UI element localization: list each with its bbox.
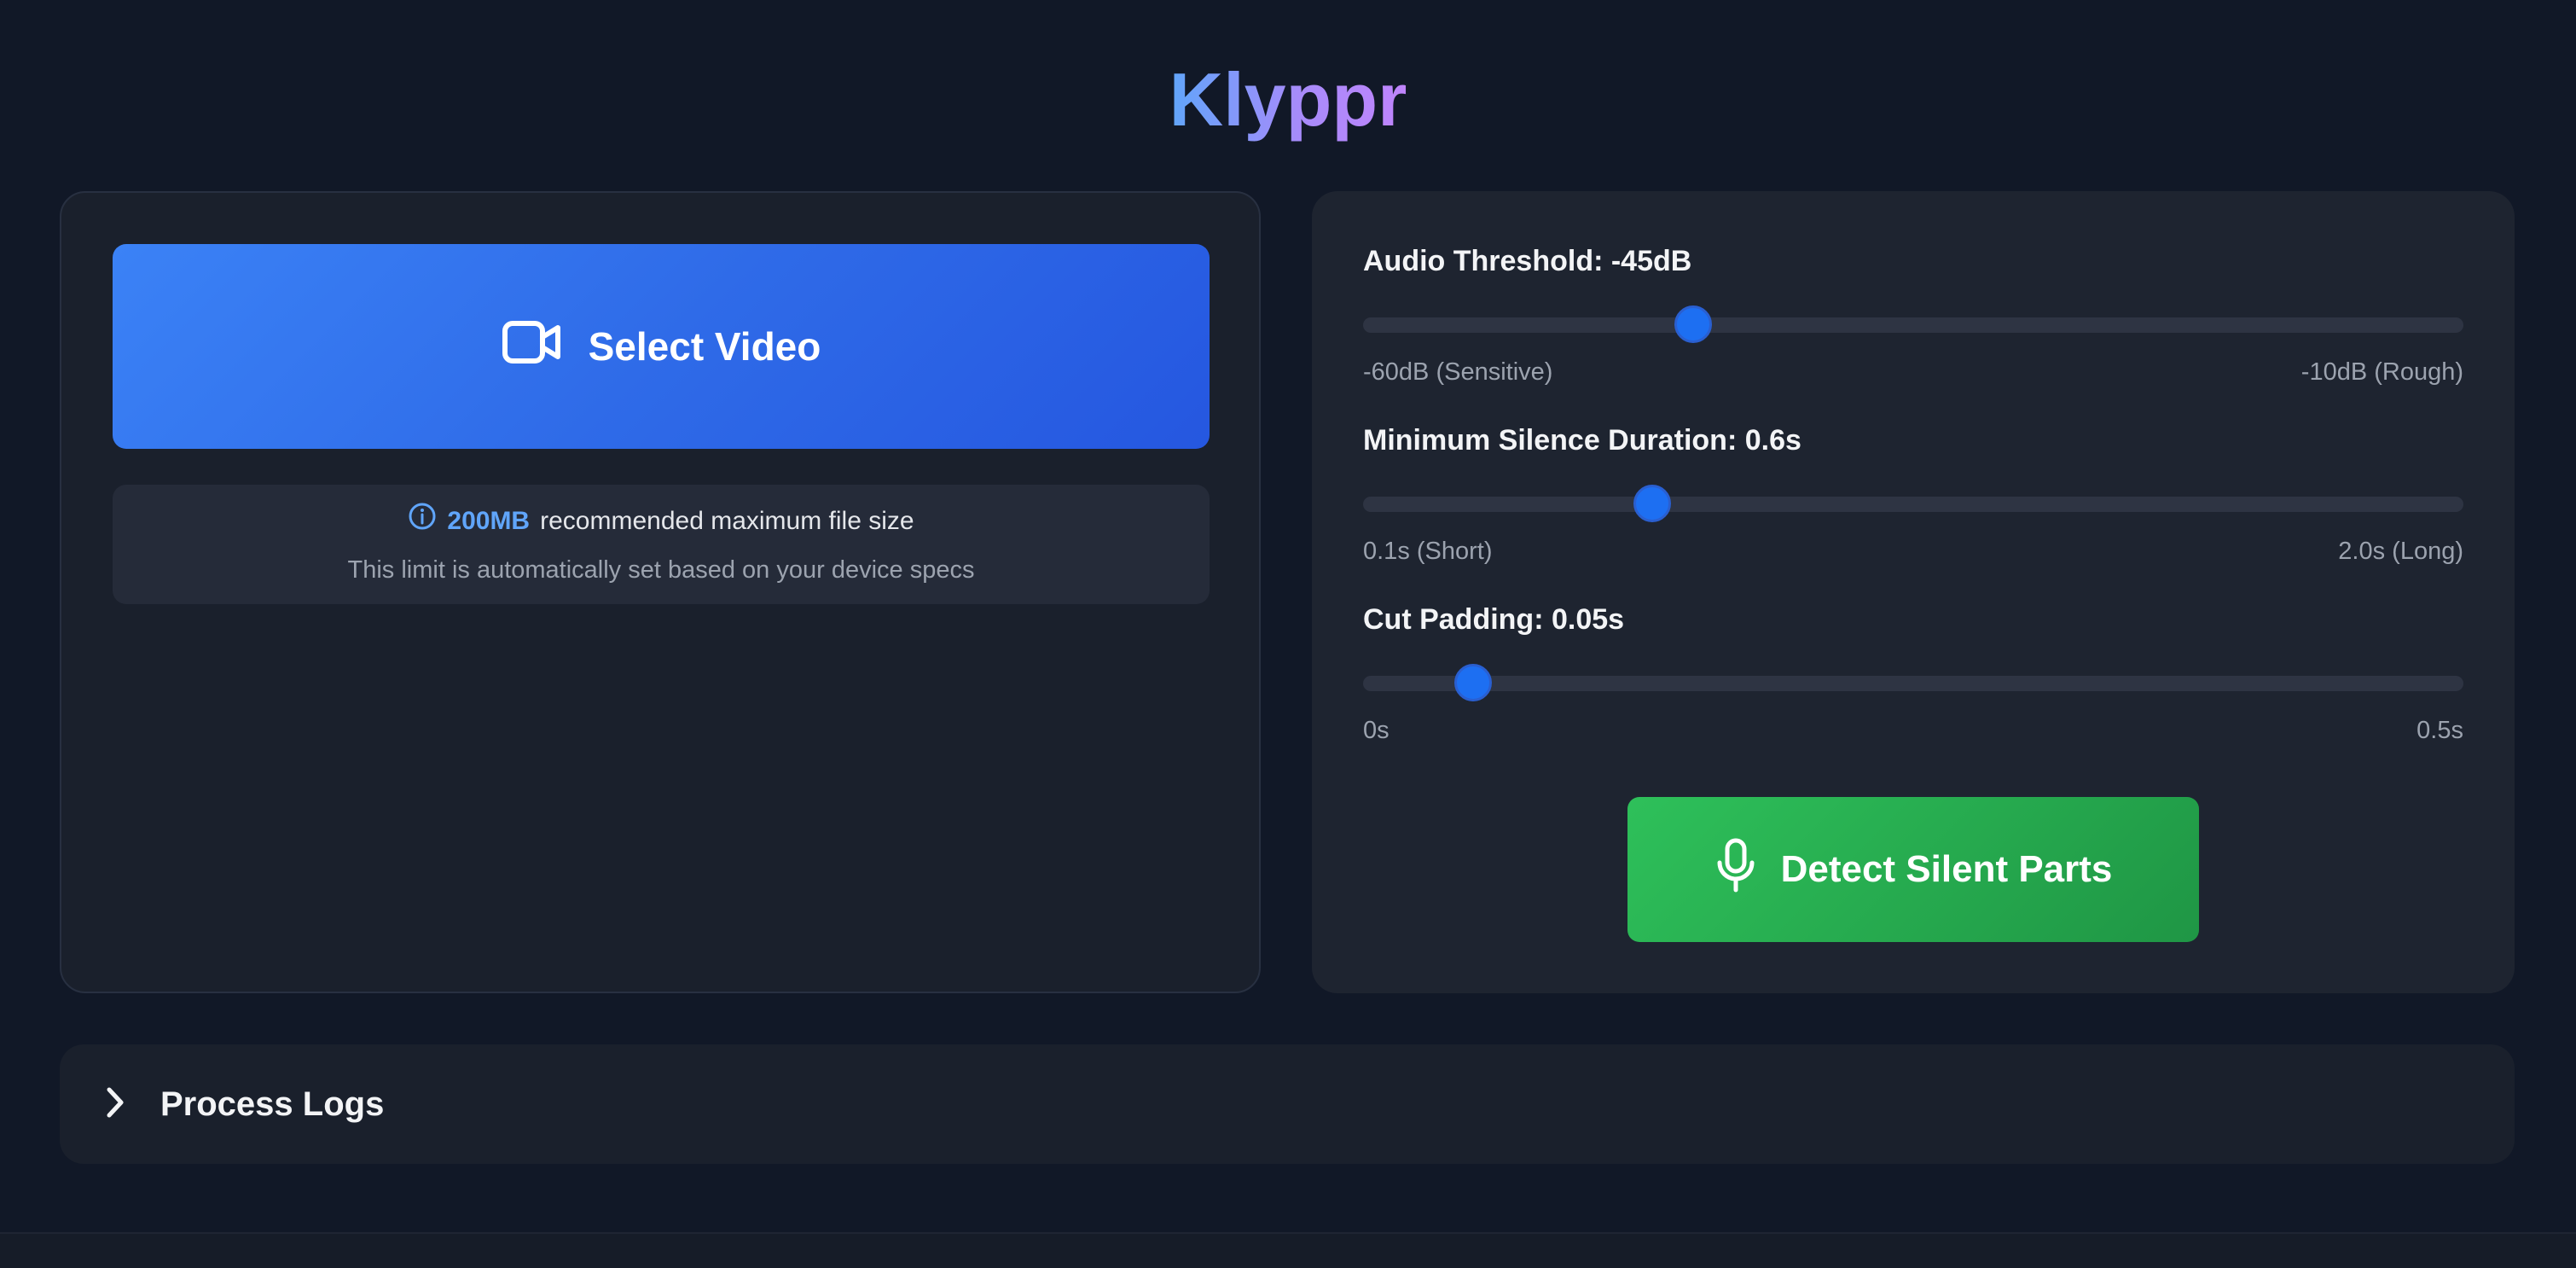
threshold-control: Audio Threshold: -45dB -60dB (Sensitive)… <box>1363 242 2463 386</box>
app-title: Klyppr <box>0 53 2576 147</box>
file-size-info: 200MB recommended maximum file size This… <box>113 485 1210 604</box>
silence-duration-min-label: 0.1s (Short) <box>1363 538 1493 565</box>
file-size-note: This limit is automatically set based on… <box>347 556 975 584</box>
threshold-slider-track[interactable] <box>1363 305 2463 343</box>
threshold-min-label: -60dB (Sensitive) <box>1363 358 1553 386</box>
file-size-value: 200MB <box>447 506 531 535</box>
threshold-range-labels: -60dB (Sensitive) -10dB (Rough) <box>1363 355 2463 389</box>
cut-padding-label: Cut Padding: 0.05s <box>1363 603 1625 636</box>
silence-duration-label: Minimum Silence Duration: 0.6s <box>1363 424 1801 457</box>
threshold-label: Audio Threshold: -45dB <box>1363 245 1692 277</box>
silence-duration-range-labels: 0.1s (Short) 2.0s (Long) <box>1363 534 2463 568</box>
footer-bar <box>0 1232 2576 1268</box>
cut-padding-slider-thumb[interactable] <box>1454 664 1492 701</box>
chevron-right-icon <box>102 1085 128 1124</box>
threshold-max-label: -10dB (Rough) <box>2300 358 2463 386</box>
select-video-label: Select Video <box>588 324 821 369</box>
file-size-line: 200MB recommended maximum file size <box>113 502 1210 540</box>
cut-padding-min-label: 0s <box>1363 717 1390 744</box>
upload-panel: Select Video 200MB recommended maximum f… <box>60 191 1261 993</box>
process-logs-toggle[interactable]: Process Logs <box>60 1044 2515 1164</box>
info-icon <box>408 502 437 540</box>
detect-silent-parts-label: Detect Silent Parts <box>1780 848 2113 890</box>
file-size-text: recommended maximum file size <box>540 506 914 535</box>
process-logs-title: Process Logs <box>160 1085 385 1123</box>
cut-padding-control: Cut Padding: 0.05s 0s 0.5s <box>1363 601 2463 744</box>
cut-padding-max-label: 0.5s <box>2416 717 2463 744</box>
microphone-icon <box>1714 837 1757 903</box>
app-root: Klyppr Select Video 200MB recommended ma… <box>0 0 2576 1268</box>
silence-duration-control: Minimum Silence Duration: 0.6s 0.1s (Sho… <box>1363 422 2463 565</box>
detect-silent-parts-button[interactable]: Detect Silent Parts <box>1627 797 2199 942</box>
silence-duration-slider-track[interactable] <box>1363 485 2463 522</box>
silence-duration-slider-thumb[interactable] <box>1633 485 1672 522</box>
cut-padding-slider-track[interactable] <box>1363 664 2463 701</box>
threshold-slider-thumb[interactable] <box>1674 305 1712 343</box>
cut-padding-range-labels: 0s 0.5s <box>1363 713 2463 747</box>
app-title-text: Klyppr <box>1169 57 1407 142</box>
select-video-button[interactable]: Select Video <box>113 244 1210 449</box>
settings-panel: Audio Threshold: -45dB -60dB (Sensitive)… <box>1312 191 2515 993</box>
video-camera-icon <box>502 320 563 374</box>
silence-duration-max-label: 2.0s (Long) <box>2338 538 2463 565</box>
